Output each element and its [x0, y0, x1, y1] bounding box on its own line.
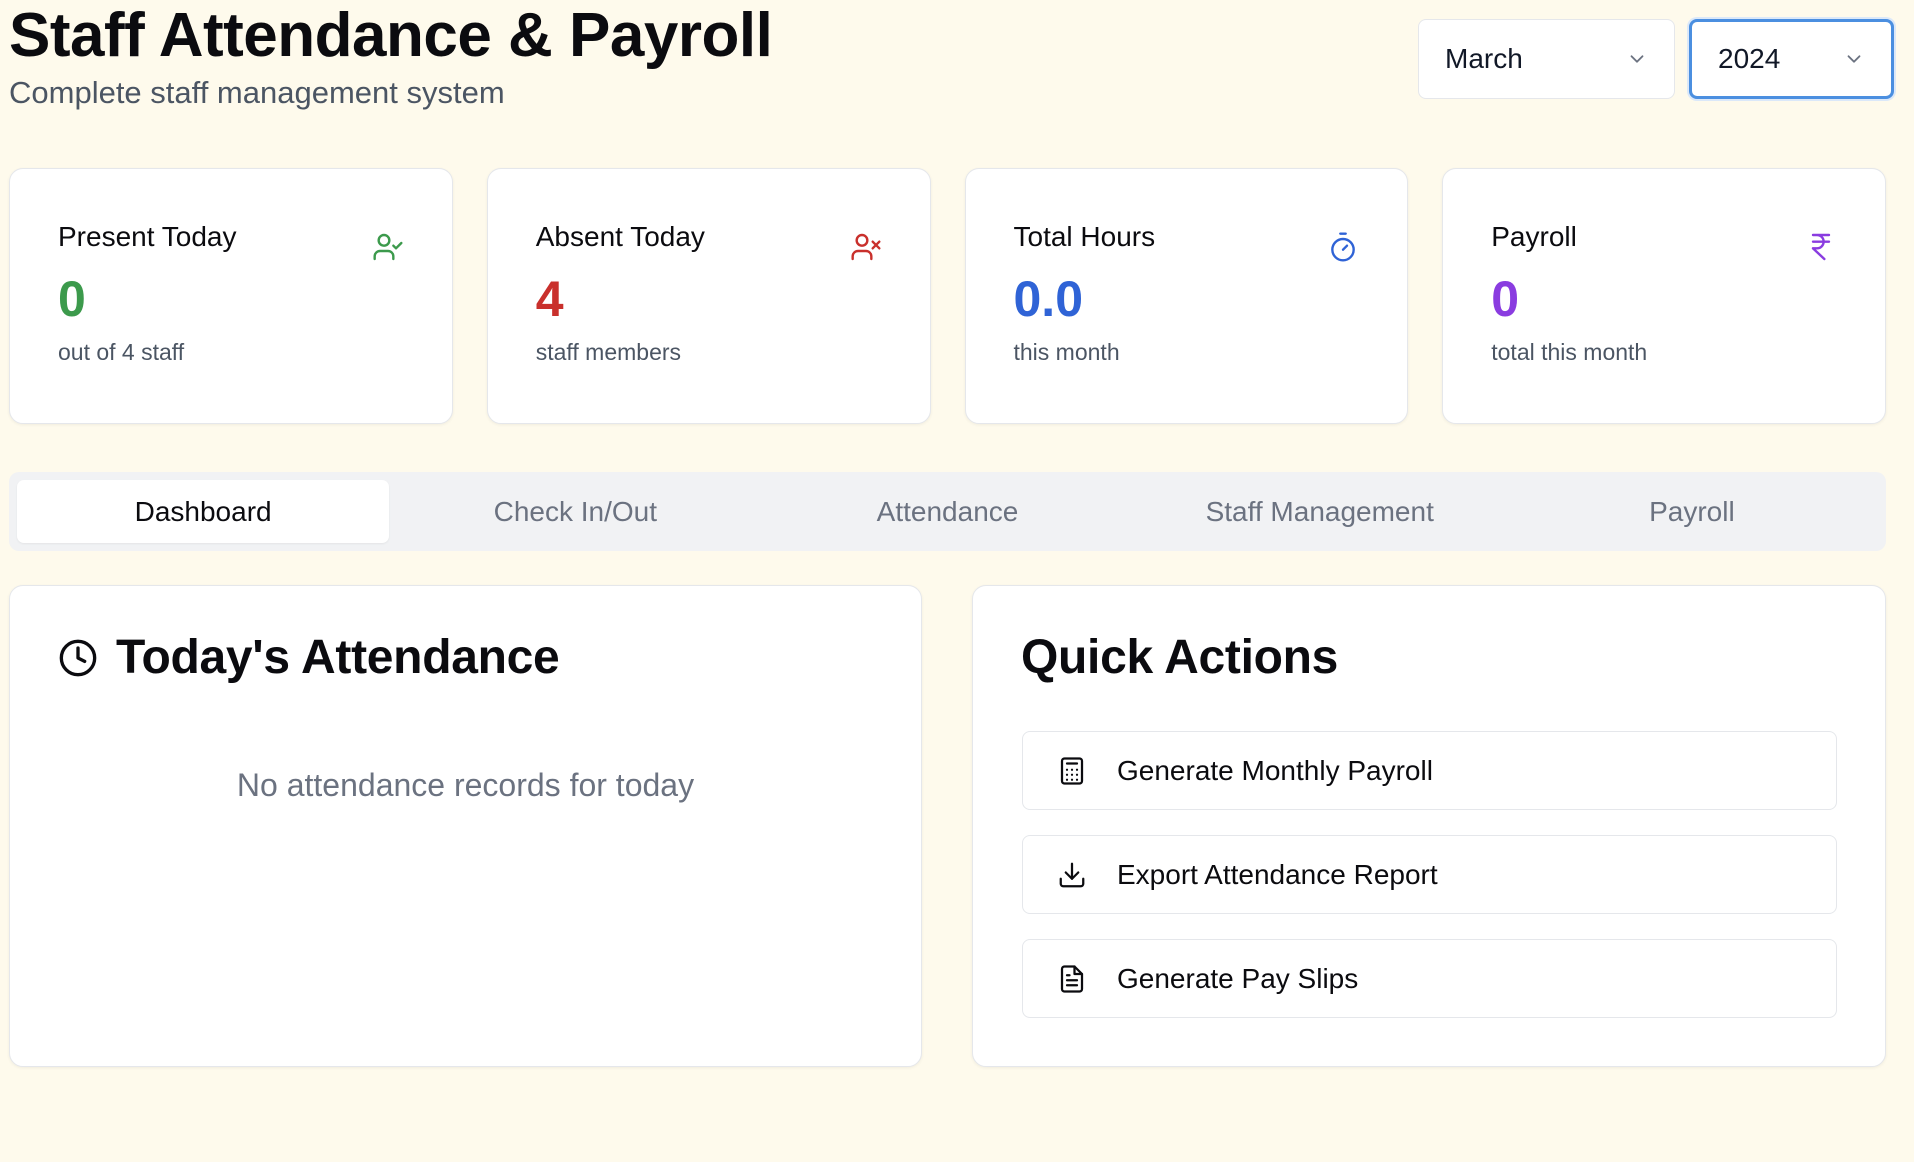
action-label: Generate Monthly Payroll — [1117, 754, 1433, 786]
stat-card-payroll: Payroll 0 total this month — [1442, 168, 1886, 424]
stat-card-present: Present Today 0 out of 4 staff — [9, 168, 453, 424]
download-icon — [1059, 862, 1085, 887]
tab-staff-management[interactable]: Staff Management — [1134, 480, 1506, 543]
main-tabs: Dashboard Check In/Out Attendance Staff … — [9, 472, 1886, 551]
page-header: Staff Attendance & Payroll Complete staf… — [9, 0, 773, 110]
stat-card-absent: Absent Today 4 staff members — [486, 168, 931, 424]
year-select[interactable]: 2024 — [1689, 19, 1894, 99]
period-filters: March 2024 — [1418, 19, 1894, 99]
stat-card-total-hours: Total Hours 0.0 this month — [964, 168, 1409, 424]
generate-pay-slips-button[interactable]: Generate Pay Slips — [1022, 939, 1837, 1018]
year-select-value: 2024 — [1718, 43, 1781, 74]
quick-actions-panel: Quick Actions Generate Monthly Payroll E… — [972, 585, 1886, 1067]
calculator-icon — [1060, 756, 1084, 785]
clock-icon — [59, 639, 97, 676]
page: Staff Attendance & Payroll Complete staf… — [0, 0, 1914, 1162]
timer-icon — [1331, 232, 1356, 262]
month-select-value: March — [1445, 43, 1523, 74]
empty-state-message: No attendance records for today — [236, 767, 695, 803]
stat-value: 4 — [535, 271, 564, 327]
stat-value: 0 — [58, 271, 86, 327]
tab-payroll[interactable]: Payroll — [1506, 480, 1878, 543]
tab-check-in-out[interactable]: Check In/Out — [389, 480, 761, 543]
panel-header: Today's Attendance — [58, 630, 921, 685]
stat-value: 0 — [1491, 271, 1520, 327]
stat-subtitle: staff members — [535, 339, 682, 365]
todays-attendance-panel: Today's Attendance No attendance records… — [9, 585, 922, 1067]
chevron-down-icon — [1847, 55, 1861, 63]
stat-title: Payroll — [1491, 221, 1577, 252]
panel-header: Quick Actions — [1021, 630, 1885, 685]
stat-title: Total Hours — [1013, 221, 1156, 252]
page-title: Staff Attendance & Payroll — [9, 1, 773, 70]
tab-attendance[interactable]: Attendance — [761, 480, 1133, 543]
action-label: Export Attendance Report — [1117, 858, 1438, 890]
stat-title: Present Today — [58, 221, 237, 252]
file-text-icon — [1060, 964, 1084, 993]
stats-row: Present Today 0 out of 4 staff Absent To… — [9, 168, 1886, 424]
user-x-icon — [850, 233, 881, 261]
user-check-icon — [373, 233, 403, 261]
panel-title: Quick Actions — [1021, 631, 1339, 684]
stat-title: Absent Today — [535, 221, 705, 252]
export-attendance-report-button[interactable]: Export Attendance Report — [1022, 835, 1837, 914]
stat-subtitle: total this month — [1491, 339, 1648, 365]
panel-title: Today's Attendance — [116, 631, 560, 684]
stat-value: 0.0 — [1013, 271, 1084, 327]
action-label: Generate Pay Slips — [1117, 962, 1359, 994]
rupee-icon — [1811, 233, 1831, 261]
generate-monthly-payroll-button[interactable]: Generate Monthly Payroll — [1022, 731, 1837, 810]
chevron-down-icon — [1630, 55, 1644, 63]
month-select[interactable]: March — [1418, 19, 1675, 99]
quick-actions-list: Generate Monthly Payroll Export Attendan… — [1022, 731, 1837, 1043]
tab-dashboard[interactable]: Dashboard — [17, 480, 390, 543]
page-subtitle: Complete staff management system — [9, 75, 505, 110]
stat-subtitle: this month — [1013, 339, 1120, 365]
stat-subtitle: out of 4 staff — [58, 339, 185, 365]
